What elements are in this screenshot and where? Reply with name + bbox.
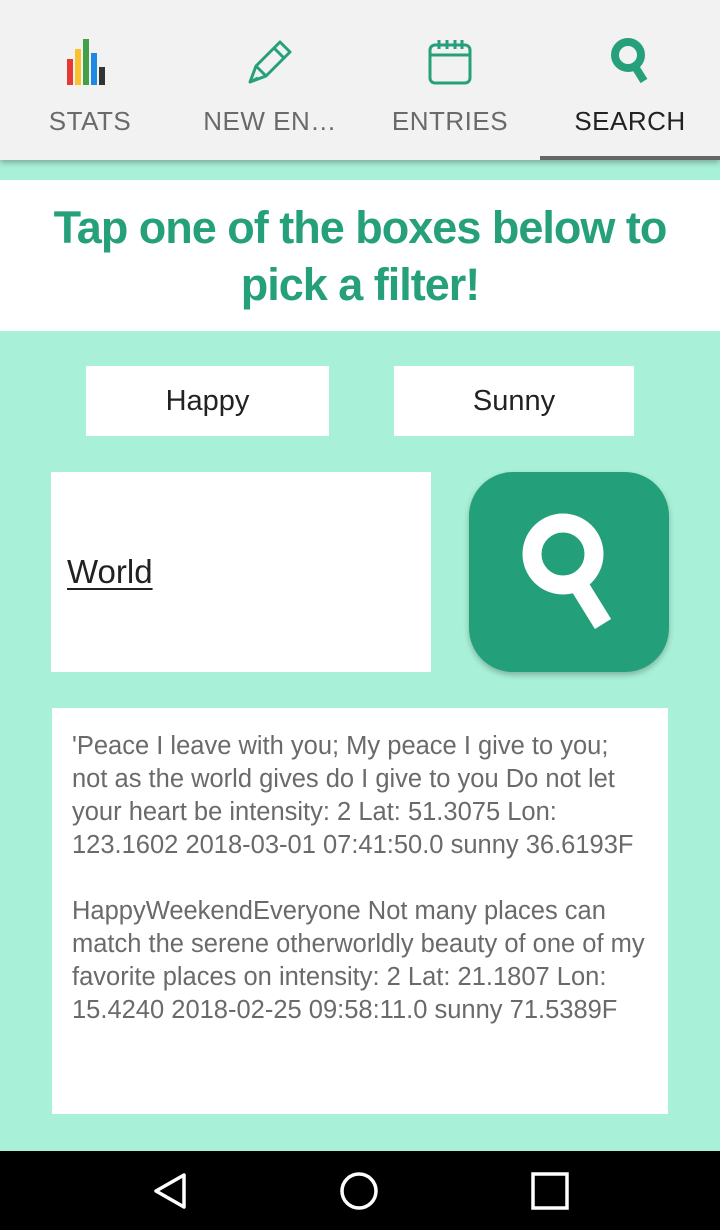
tab-label: ENTRIES <box>391 106 509 136</box>
active-tab-indicator <box>540 156 720 160</box>
search-icon <box>602 34 658 90</box>
home-icon[interactable] <box>339 1171 379 1211</box>
back-icon[interactable] <box>150 1171 190 1211</box>
tab-bar: STATS NEW EN… ENTRIES SEARCH <box>0 0 720 160</box>
tab-entries[interactable]: ENTRIES <box>360 0 540 160</box>
bar-chart-icon <box>62 34 118 90</box>
tab-label: NEW EN… <box>203 106 337 136</box>
search-icon <box>522 513 612 630</box>
system-nav-bar <box>0 1151 720 1230</box>
pencil-icon <box>242 34 298 90</box>
tab-label: SEARCH <box>574 106 686 136</box>
search-results: 'Peace I leave with you; My peace I give… <box>52 708 668 1114</box>
tab-stats[interactable]: STATS <box>0 0 180 160</box>
recents-icon[interactable] <box>530 1171 570 1211</box>
calendar-icon <box>422 34 478 90</box>
tab-new-entry[interactable]: NEW EN… <box>180 0 360 160</box>
weather-filter-button[interactable]: Sunny <box>394 366 634 436</box>
result-entry[interactable]: 'Peace I leave with you; My peace I give… <box>72 730 648 862</box>
mood-filter-button[interactable]: Happy <box>86 366 329 436</box>
result-entry[interactable]: HappyWeekendEveryone Not many places can… <box>72 895 648 1027</box>
page-title: Tap one of the boxes below to pick a fil… <box>53 201 668 310</box>
tab-search[interactable]: SEARCH <box>540 0 720 160</box>
instruction-banner: Tap one of the boxes below to pick a fil… <box>0 180 720 331</box>
search-button[interactable] <box>469 472 669 672</box>
tab-label: STATS <box>48 106 132 136</box>
search-input[interactable]: World <box>51 472 431 672</box>
search-input-value: World <box>67 553 153 590</box>
